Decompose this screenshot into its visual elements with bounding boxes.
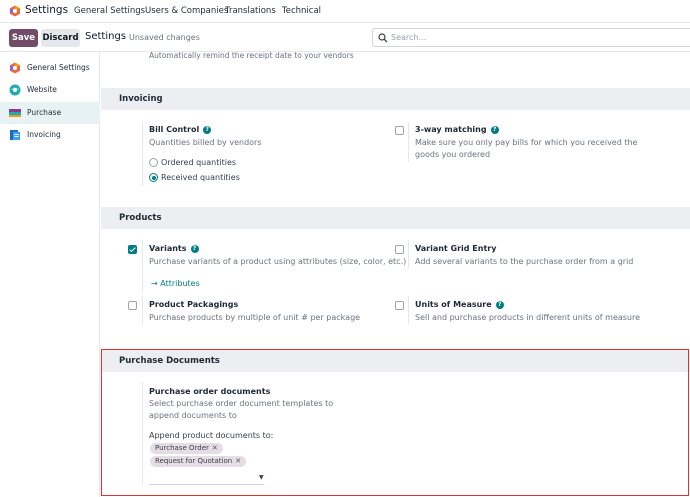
setting-divider: [142, 122, 143, 186]
uom-checkbox[interactable]: [395, 301, 404, 310]
arrow-right-icon: →: [151, 279, 161, 288]
sidebar-item-label: Invoicing: [27, 130, 61, 139]
three-way-matching-checkbox[interactable]: [395, 126, 404, 135]
packagings-desc: Purchase products by multiple of unit # …: [149, 313, 361, 322]
setting-divider: [408, 122, 409, 162]
control-panel: Save Discard Settings Unsaved changes Se…: [0, 23, 690, 52]
bill-control-title: Bill Control?: [149, 125, 212, 134]
breadcrumb: Settings: [85, 31, 127, 42]
discard-button[interactable]: Discard: [41, 29, 80, 47]
setting-divider: [408, 240, 409, 268]
unsaved-status: Unsaved changes: [129, 33, 200, 42]
radio-ordered-quantities[interactable]: [149, 158, 158, 167]
search-placeholder: Search...: [391, 33, 427, 42]
search-icon: [378, 33, 388, 43]
radio-label: Received quantities: [161, 173, 240, 182]
section-invoicing: Invoicing: [101, 88, 690, 110]
top-navbar: Settings General Settings Users & Compan…: [0, 0, 690, 23]
sidebar-item-invoicing[interactable]: Invoicing: [0, 124, 100, 146]
three-way-matching-desc: Make sure you only pay bills for which y…: [415, 138, 638, 159]
section-title: Products: [119, 213, 162, 223]
help-icon[interactable]: ?: [190, 245, 199, 253]
uom-desc: Sell and purchase products in different …: [415, 313, 641, 322]
menu-technical[interactable]: Technical: [282, 6, 321, 16]
sidebar-item-label: Website: [27, 85, 57, 94]
sidebar-item-purchase[interactable]: Purchase: [0, 102, 100, 124]
help-icon[interactable]: ?: [203, 126, 212, 134]
settings-main: Automatically remind the receipt date to…: [101, 52, 690, 497]
setting-divider: [142, 296, 143, 324]
purchase-icon: [9, 109, 21, 117]
app-title[interactable]: Settings: [25, 4, 68, 16]
sidebar-item-label: General Settings: [27, 63, 90, 72]
attributes-link[interactable]: → Attributes: [151, 279, 200, 288]
setting-divider: [142, 240, 143, 292]
sidebar-item-website[interactable]: Website: [0, 79, 100, 101]
invoicing-icon: [10, 130, 20, 140]
save-button[interactable]: Save: [9, 29, 38, 47]
menu-translations[interactable]: Translations: [225, 6, 276, 16]
bill-control-desc: Quantities billed by vendors: [149, 138, 262, 147]
uom-title: Units of Measure?: [415, 300, 504, 309]
help-icon[interactable]: ?: [495, 301, 504, 309]
sidebar-item-label: Purchase: [27, 108, 62, 117]
search-input[interactable]: Search...: [372, 28, 690, 47]
menu-general-settings[interactable]: General Settings: [74, 6, 145, 16]
packagings-title: Product Packagings: [149, 300, 239, 309]
radio-received-quantities[interactable]: [149, 173, 158, 182]
variants-desc: Purchase variants of a product using att…: [149, 257, 407, 266]
variants-checkbox[interactable]: [128, 245, 137, 254]
website-icon: [9, 84, 21, 96]
packagings-checkbox[interactable]: [128, 301, 137, 310]
variant-grid-title: Variant Grid Entry: [415, 244, 497, 253]
menu-users-companies[interactable]: Users & Companies: [145, 6, 228, 16]
cut-off-setting-desc: Automatically remind the receipt date to…: [149, 52, 354, 60]
variants-title: Variants?: [149, 244, 199, 253]
radio-label: Ordered quantities: [161, 158, 237, 167]
variant-grid-desc: Add several variants to the purchase ord…: [415, 257, 634, 266]
three-way-matching-title: 3-way matching?: [415, 125, 499, 134]
settings-app-icon[interactable]: [9, 5, 21, 17]
sidebar-item-general-settings[interactable]: General Settings: [0, 57, 100, 79]
setting-divider: [408, 296, 409, 324]
help-icon[interactable]: ?: [490, 126, 499, 134]
variant-grid-checkbox[interactable]: [395, 245, 404, 254]
settings-sidebar: General Settings Website Purchase Invoic…: [0, 52, 100, 497]
highlight-box: [101, 349, 689, 496]
section-products: Products: [101, 207, 690, 229]
section-title: Invoicing: [119, 94, 163, 104]
odoo-logo-icon: [10, 62, 20, 74]
